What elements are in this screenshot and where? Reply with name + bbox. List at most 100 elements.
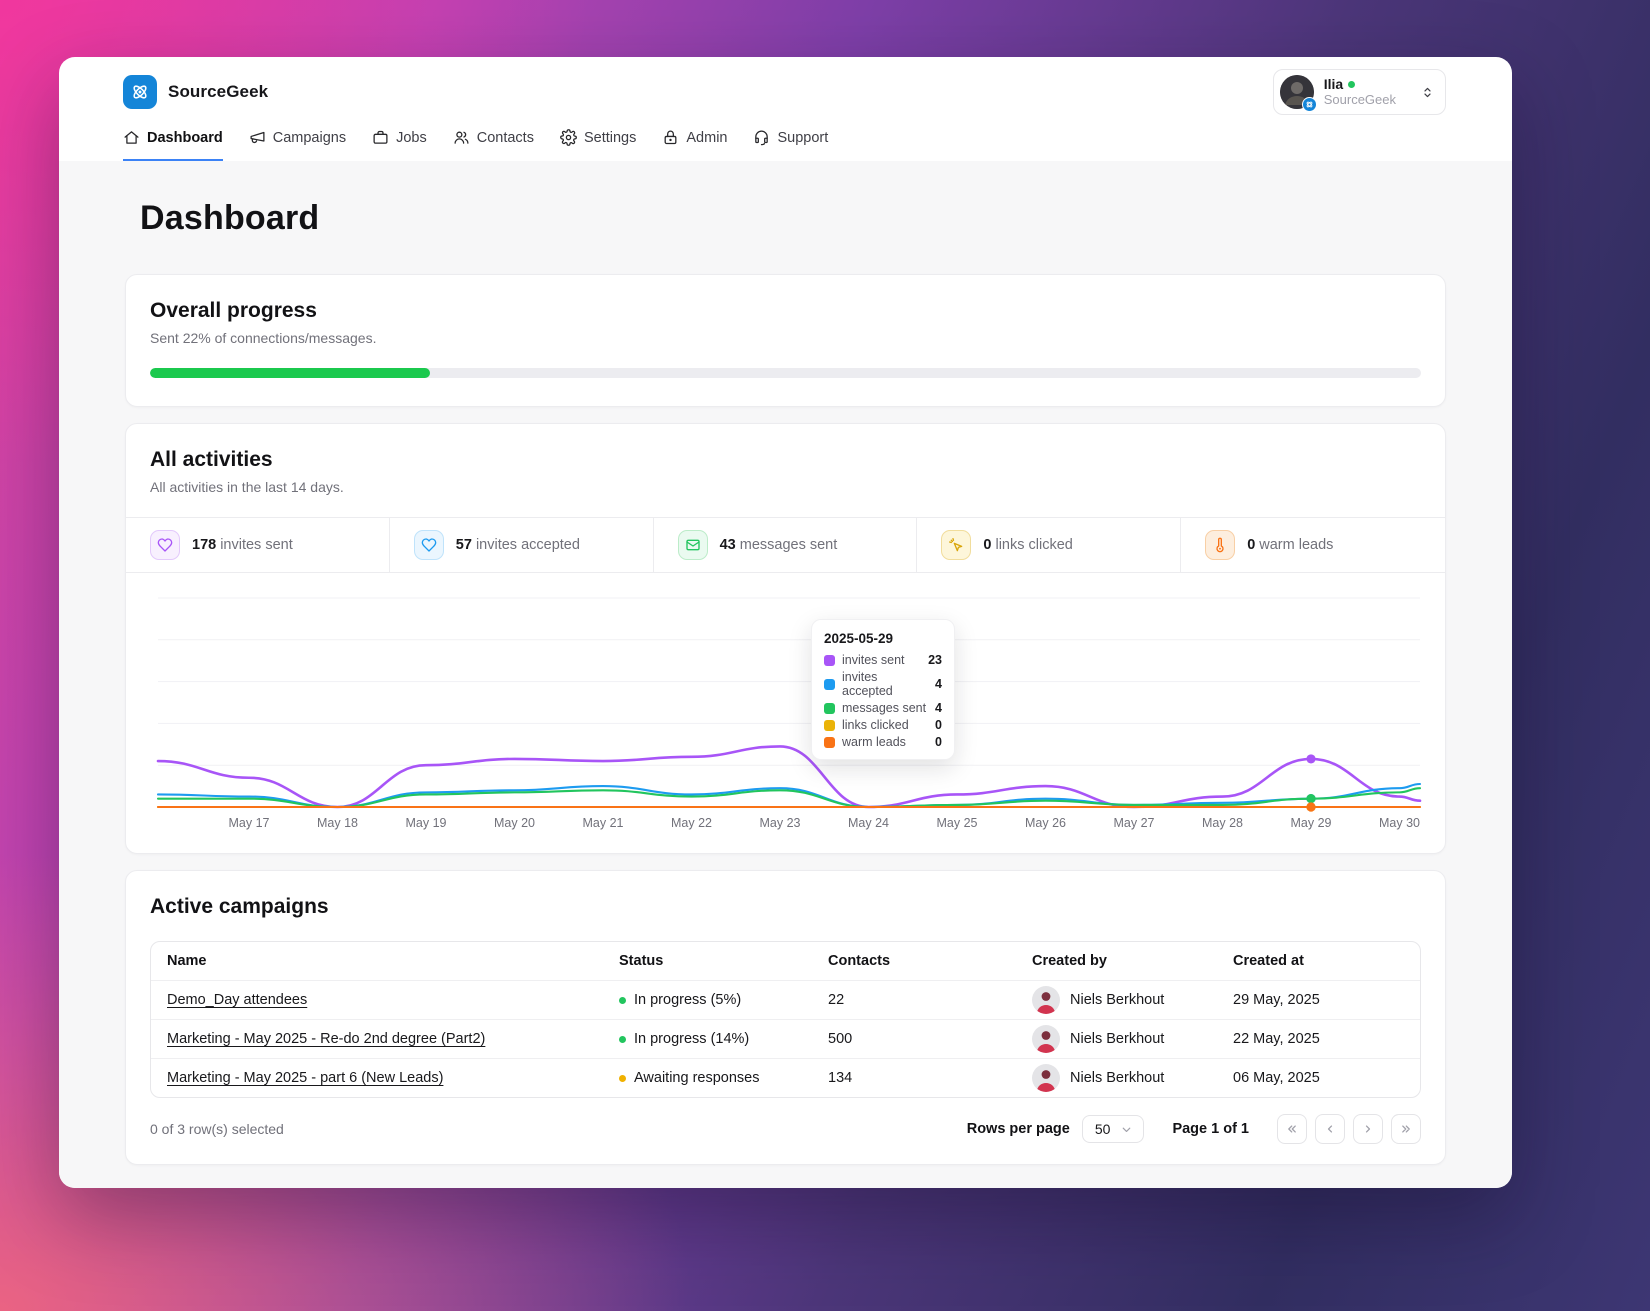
nav-item-admin[interactable]: Admin xyxy=(662,129,727,161)
status-text: In progress (14%) xyxy=(634,1031,750,1047)
overall-progress-title: Overall progress xyxy=(150,299,317,322)
svg-text:May 22: May 22 xyxy=(671,816,712,830)
activity-stats-row: 178 invites sent 57 invites accepted 43 mes… xyxy=(126,517,1445,573)
series-swatch-messages-sent xyxy=(824,702,835,714)
chevrons-right-icon xyxy=(1402,1125,1410,1133)
col-contacts: Contacts xyxy=(828,953,891,969)
stat-warm-leads: 0 warm leads xyxy=(1181,518,1445,572)
tooltip-row: links clicked 0 xyxy=(824,718,942,732)
status-dot xyxy=(619,996,626,1004)
col-name: Name xyxy=(167,953,207,969)
all-activities-subtitle: All activities in the last 14 days. xyxy=(150,479,344,495)
svg-text:May 21: May 21 xyxy=(583,816,624,830)
campaigns-table: Name Status Contacts Created by Created … xyxy=(150,941,1421,1098)
creator-avatar xyxy=(1032,986,1060,1014)
user-avatar xyxy=(1279,75,1317,112)
header: SourceGeek Ilia SourceGeek xyxy=(59,57,1512,119)
svg-text:May 25: May 25 xyxy=(937,816,978,830)
chevrons-left-icon xyxy=(1288,1125,1296,1133)
svg-text:May 24: May 24 xyxy=(848,816,889,830)
table-header-row: Name Status Contacts Created by Created … xyxy=(151,942,1420,980)
nav-item-jobs[interactable]: Jobs xyxy=(372,129,427,161)
nav-item-settings[interactable]: Settings xyxy=(560,129,636,161)
table-row: Marketing - May 2025 - part 6 (New Leads… xyxy=(151,1058,1420,1097)
campaign-link[interactable]: Marketing - May 2025 - Re-do 2nd degree … xyxy=(167,1031,485,1047)
chevron-down-icon xyxy=(1123,1127,1131,1132)
svg-text:May 26: May 26 xyxy=(1025,816,1066,830)
chevron-up-down-icon xyxy=(1424,87,1431,97)
lock-icon xyxy=(664,130,677,145)
progress-bar-fill xyxy=(150,368,430,378)
mail-sent-icon xyxy=(677,530,708,560)
main-content: Dashboard Overall progress Sent 22% of c… xyxy=(59,161,1512,1188)
created-at: 29 May, 2025 xyxy=(1233,992,1320,1008)
last-page-button[interactable] xyxy=(1391,1114,1421,1144)
created-at: 22 May, 2025 xyxy=(1233,1031,1320,1047)
contacts-count: 500 xyxy=(828,1031,853,1047)
progress-bar xyxy=(150,368,1421,378)
status-dot xyxy=(619,1074,626,1082)
creator-name: Niels Berkhout xyxy=(1070,1031,1165,1047)
chevron-right-icon xyxy=(1365,1125,1371,1133)
table-row: Demo_Day attendees In progress (5%) 22 N… xyxy=(151,980,1420,1019)
contacts-count: 134 xyxy=(828,1070,853,1086)
status-text: In progress (5%) xyxy=(634,992,742,1008)
svg-text:May 17: May 17 xyxy=(229,816,270,830)
invite-accepted-heart-icon xyxy=(413,530,444,560)
rows-per-page-select[interactable]: 50 xyxy=(1081,1115,1145,1143)
all-activities-title: All activities xyxy=(150,448,273,471)
col-created-by: Created by xyxy=(1032,953,1107,969)
tooltip-row: warm leads 0 xyxy=(824,735,942,749)
series-swatch-warm-leads xyxy=(824,736,835,748)
stat-invites-sent: 178 invites sent xyxy=(126,518,390,572)
first-page-button[interactable] xyxy=(1277,1114,1307,1144)
brand-name: SourceGeek xyxy=(168,82,269,101)
home-icon xyxy=(124,131,139,144)
campaign-link[interactable]: Demo_Day attendees xyxy=(167,992,307,1008)
thermometer-icon xyxy=(1205,530,1236,560)
gear-icon xyxy=(560,129,577,146)
series-swatch-invites-accepted xyxy=(824,678,835,690)
nav-item-support[interactable]: Support xyxy=(753,129,828,161)
creator-avatar xyxy=(1032,1025,1060,1053)
col-status: Status xyxy=(619,953,664,969)
next-page-button[interactable] xyxy=(1353,1114,1383,1144)
brand: SourceGeek xyxy=(123,75,268,109)
rows-per-page-label: Rows per page xyxy=(966,1121,1070,1137)
tooltip-row: invites accepted 4 xyxy=(824,670,942,698)
all-activities-card: All activities All activities in the las… xyxy=(125,423,1446,854)
nav-item-campaigns[interactable]: Campaigns xyxy=(249,129,346,161)
rows-selected-text: 0 of 3 row(s) selected xyxy=(150,1121,284,1137)
creator-name: Niels Berkhout xyxy=(1070,1070,1165,1086)
previous-page-button[interactable] xyxy=(1315,1114,1345,1144)
user-name: Ilia xyxy=(1323,76,1344,93)
series-swatch-invites-sent xyxy=(824,654,835,666)
svg-text:May 23: May 23 xyxy=(760,816,801,830)
svg-text:May 27: May 27 xyxy=(1114,816,1155,830)
active-campaigns-card: Active campaigns Name Status Contacts Cr… xyxy=(125,870,1446,1165)
series-swatch-links-clicked xyxy=(824,719,835,731)
svg-text:May 30: May 30 xyxy=(1379,816,1420,830)
campaign-link[interactable]: Marketing - May 2025 - part 6 (New Leads… xyxy=(167,1070,443,1086)
creator-avatar xyxy=(1032,1064,1060,1092)
user-org-badge-icon xyxy=(1301,97,1317,112)
megaphone-icon xyxy=(250,131,265,144)
stat-invites-accepted: 57 invites accepted xyxy=(390,518,654,572)
nav-item-contacts[interactable]: Contacts xyxy=(453,129,534,161)
nav-item-dashboard[interactable]: Dashboard xyxy=(123,129,223,161)
status-text: Awaiting responses xyxy=(634,1070,760,1086)
online-status-dot xyxy=(1348,81,1356,89)
overall-progress-card: Overall progress Sent 22% of connections… xyxy=(125,274,1446,407)
chart-tooltip: 2025-05-29 invites sent 23 invites accept… xyxy=(811,619,955,760)
stat-messages-sent: 43 messages sent xyxy=(654,518,918,572)
overall-progress-subtitle: Sent 22% of connections/messages. xyxy=(150,330,377,346)
headset-icon xyxy=(755,130,769,146)
page-title: Dashboard xyxy=(140,199,320,237)
chevron-left-icon xyxy=(1327,1125,1333,1133)
users-icon xyxy=(454,131,469,144)
tooltip-date: 2025-05-29 xyxy=(824,631,894,646)
user-menu[interactable]: Ilia SourceGeek xyxy=(1272,69,1446,115)
brand-logo-icon xyxy=(123,75,157,109)
table-row: Marketing - May 2025 - Re-do 2nd degree … xyxy=(151,1019,1420,1058)
activity-chart: May 17 May 18 May 19 May 20 May 21 May 22 May … xyxy=(126,573,1445,853)
